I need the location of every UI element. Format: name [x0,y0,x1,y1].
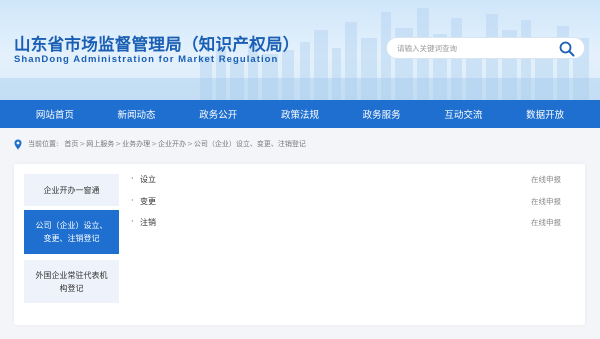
side-menu-item-enterprise-one-window[interactable]: 企业开办一窗通 [24,174,119,206]
breadcrumb-separator: > [115,140,122,148]
side-menu-item-label: 外国企业常驻代表机构登记 [35,270,108,293]
side-menu-item-label: 公司（企业）设立、变更、注销登记 [35,221,108,243]
search-input[interactable] [397,41,547,56]
breadcrumb-item-business-handling[interactable]: 业务办理 [122,139,150,149]
online-apply-link[interactable]: 在线申报 [531,174,561,185]
service-name-change[interactable]: 变更 [140,196,156,207]
service-name-establish[interactable]: 设立 [140,174,156,185]
breadcrumb: 当前位置: 首页 > 网上服务 > 业务办理 > 企业开办 > 公司（企业）设立… [14,138,306,150]
service-row: · 注销 在线申报 [131,217,579,231]
main-nav: 网站首页 新闻动态 政务公开 政策法规 政务服务 互动交流 数据开放 [0,100,600,128]
bullet: · [131,174,134,183]
site-header: 山东省市场监督管理局（知识产权局） ShanDong Administratio… [0,0,600,100]
service-row: · 变更 在线申报 [131,196,579,210]
breadcrumb-item-current[interactable]: 公司（企业）设立、变更、注销登记 [194,139,306,149]
site-subtitle: ShanDong Administration for Market Regul… [14,54,279,65]
breadcrumb-separator: > [79,140,86,148]
online-apply-link[interactable]: 在线申报 [531,217,561,228]
side-menu-item-foreign-representative-office[interactable]: 外国企业常驻代表机构登记 [24,260,119,303]
content-card: 企业开办一窗通 公司（企业）设立、变更、注销登记 外国企业常驻代表机构登记 · … [14,164,585,325]
nav-item-services[interactable]: 政务服务 [363,107,401,121]
side-menu-item-company-registration[interactable]: 公司（企业）设立、变更、注销登记 [24,210,119,254]
nav-item-news[interactable]: 新闻动态 [118,107,156,121]
nav-item-home[interactable]: 网站首页 [36,107,74,121]
nav-item-interaction[interactable]: 互动交流 [444,107,482,121]
nav-item-government-affairs[interactable]: 政务公开 [199,107,237,121]
side-menu-item-label: 企业开办一窗通 [43,185,100,195]
breadcrumb-item-enterprise-startup[interactable]: 企业开办 [158,139,186,149]
breadcrumb-label: 当前位置: [28,140,59,148]
breadcrumb-item-online-services[interactable]: 网上服务 [86,139,114,149]
bullet: · [131,217,134,226]
service-name-cancel[interactable]: 注销 [140,217,156,228]
nav-item-policies[interactable]: 政策法规 [281,107,319,121]
breadcrumb-separator: > [186,140,193,148]
nav-item-open-data[interactable]: 数据开放 [526,107,564,121]
site-title: 山东省市场监督管理局（知识产权局） [14,35,300,54]
breadcrumb-separator: > [151,140,157,148]
service-row: · 设立 在线申报 [131,174,579,188]
online-apply-link[interactable]: 在线申报 [531,196,561,207]
search-icon[interactable] [558,40,576,58]
bullet: · [131,196,134,205]
breadcrumb-item-home[interactable]: 首页 [64,139,78,149]
search-box [386,37,585,59]
location-pin-icon [14,139,22,149]
